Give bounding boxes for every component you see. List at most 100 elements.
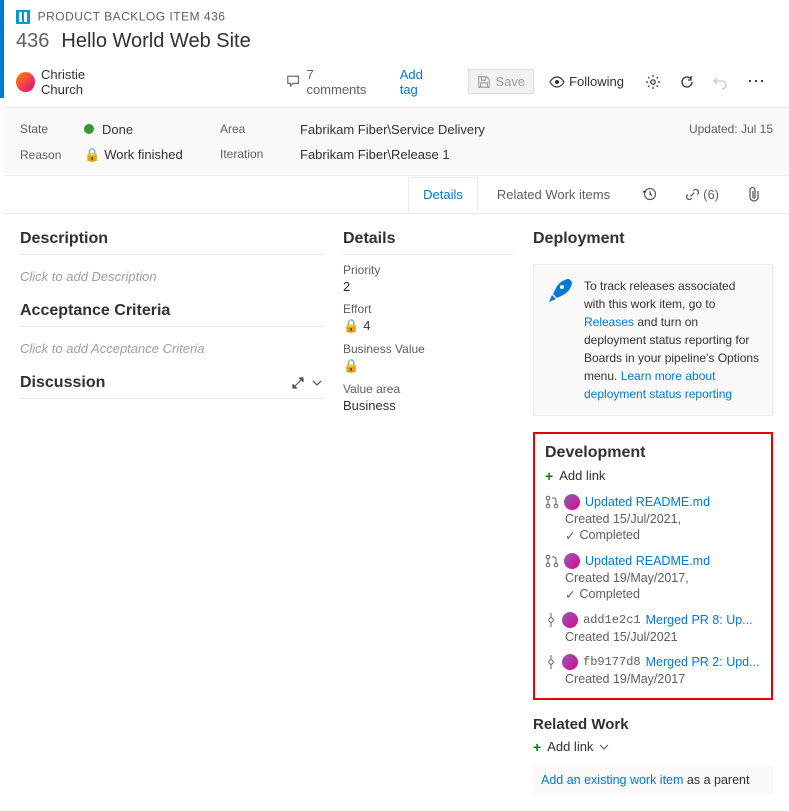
- commit-hash: fb9177d8: [583, 655, 641, 669]
- value-area-label: Value area: [343, 382, 513, 396]
- state-label: State: [20, 122, 84, 136]
- dev-link[interactable]: Merged PR 8: Up...: [646, 613, 753, 627]
- check-icon: ✓: [565, 528, 575, 543]
- area-value[interactable]: Fabrikam Fiber\Service Delivery: [300, 122, 485, 137]
- add-existing-parent[interactable]: Add an existing work item as a parent: [533, 765, 773, 795]
- assignee-name: Christie Church: [41, 67, 126, 97]
- chevron-down-icon: [599, 742, 609, 752]
- tab-links[interactable]: (6): [673, 179, 731, 210]
- business-value-value[interactable]: 🔒: [343, 358, 513, 374]
- user-avatar-icon: [562, 654, 578, 670]
- dev-link[interactable]: Updated README.md: [585, 495, 710, 509]
- header: PRODUCT BACKLOG ITEM 436 436 Hello World…: [4, 0, 789, 107]
- gear-icon: [645, 74, 661, 90]
- link-icon: [685, 187, 700, 202]
- plus-icon: +: [545, 468, 553, 484]
- deployment-heading: Deployment: [533, 230, 773, 254]
- releases-link[interactable]: Releases: [584, 315, 634, 329]
- eye-icon: [549, 75, 565, 89]
- add-link-label: Add link: [559, 468, 605, 483]
- settings-button[interactable]: [639, 70, 667, 94]
- add-existing-link[interactable]: Add an existing work item: [541, 773, 683, 787]
- tab-history[interactable]: [629, 178, 669, 210]
- dev-item: Updated README.md Created 15/Jul/2021, ✓…: [545, 494, 761, 543]
- details-heading: Details: [343, 230, 513, 255]
- iteration-label: Iteration: [220, 147, 300, 161]
- acceptance-heading: Acceptance Criteria: [20, 302, 323, 327]
- value-area-value[interactable]: Business: [343, 398, 513, 413]
- dev-link[interactable]: Merged PR 2: Upd...: [646, 655, 760, 669]
- effort-value[interactable]: 🔒4: [343, 318, 513, 334]
- discussion-heading: Discussion: [20, 374, 105, 392]
- check-icon: ✓: [565, 587, 575, 602]
- deployment-info-box: To track releases associated with this w…: [533, 264, 773, 416]
- comments-button[interactable]: 7 comments: [286, 67, 374, 97]
- user-avatar-icon: [564, 494, 580, 510]
- attachment-icon: [747, 186, 761, 202]
- save-button[interactable]: Save: [468, 69, 534, 94]
- priority-value[interactable]: 2: [343, 279, 513, 294]
- state-dot-icon: [84, 124, 94, 134]
- work-item-title[interactable]: Hello World Web Site: [61, 30, 250, 53]
- expand-icon[interactable]: [291, 376, 305, 390]
- iteration-value[interactable]: Fabrikam Fiber\Release 1: [300, 147, 450, 162]
- development-section: Development + Add link Updated README.md…: [533, 432, 773, 700]
- save-label: Save: [495, 74, 525, 89]
- updated-label: Updated: Jul 15: [689, 122, 773, 163]
- commit-icon: [545, 613, 557, 627]
- chevron-down-icon[interactable]: [311, 377, 323, 389]
- dev-item: fb9177d8 Merged PR 2: Upd... Created 19/…: [545, 654, 761, 686]
- undo-button[interactable]: [707, 70, 735, 94]
- description-input[interactable]: Click to add Description: [20, 263, 323, 302]
- user-avatar-icon: [562, 612, 578, 628]
- work-item-id: 436: [16, 30, 49, 53]
- dev-item: add1e2c1 Merged PR 8: Up... Created 15/J…: [545, 612, 761, 644]
- add-tag-button[interactable]: Add tag: [394, 65, 449, 99]
- dev-created: Created 19/May/2017,: [565, 571, 761, 585]
- lock-icon: 🔒: [343, 318, 359, 333]
- add-existing-text: as a parent: [683, 773, 749, 787]
- dev-created: Created 19/May/2017: [565, 672, 761, 686]
- links-count: (6): [703, 187, 719, 202]
- add-link-label: Add link: [547, 739, 593, 754]
- more-button[interactable]: ⋯: [741, 67, 773, 96]
- dev-link[interactable]: Updated README.md: [585, 554, 710, 568]
- add-dev-link-button[interactable]: + Add link: [545, 468, 761, 484]
- dev-created: Created 15/Jul/2021,: [565, 512, 761, 526]
- area-label: Area: [220, 122, 300, 136]
- tab-attachments[interactable]: [735, 178, 773, 210]
- avatar-icon: [16, 72, 35, 92]
- priority-label: Priority: [343, 263, 513, 277]
- refresh-button[interactable]: [673, 70, 701, 94]
- fields-section: State Done Reason 🔒 Work finished Area F…: [4, 107, 789, 176]
- lock-icon: 🔒: [84, 147, 100, 163]
- follow-button[interactable]: Following: [540, 69, 633, 94]
- tab-details[interactable]: Details: [408, 177, 478, 212]
- reason-value[interactable]: Work finished: [104, 147, 183, 162]
- rocket-icon: [546, 277, 574, 305]
- related-work-heading: Related Work: [533, 716, 773, 733]
- state-value[interactable]: Done: [102, 122, 133, 137]
- history-icon: [641, 186, 657, 202]
- business-value-label: Business Value: [343, 342, 513, 356]
- user-avatar-icon: [564, 553, 580, 569]
- save-icon: [477, 75, 491, 89]
- lock-icon: 🔒: [343, 358, 359, 373]
- acceptance-input[interactable]: Click to add Acceptance Criteria: [20, 335, 323, 374]
- tab-related[interactable]: Related Work items: [482, 177, 625, 212]
- follow-label: Following: [569, 74, 624, 89]
- reason-label: Reason: [20, 148, 84, 162]
- dev-status: Completed: [579, 587, 639, 601]
- refresh-icon: [679, 74, 695, 90]
- pull-request-icon: [545, 495, 559, 509]
- add-related-link-button[interactable]: + Add link: [533, 739, 773, 755]
- deploy-text: To track releases associated with this w…: [584, 279, 735, 311]
- effort-label: Effort: [343, 302, 513, 316]
- ellipsis-icon: ⋯: [747, 71, 767, 91]
- assignee-picker[interactable]: Christie Church: [16, 67, 126, 97]
- commit-hash: add1e2c1: [583, 613, 641, 627]
- dev-created: Created 15/Jul/2021: [565, 630, 761, 644]
- pbi-type-icon: [16, 10, 30, 24]
- undo-icon: [713, 74, 729, 90]
- comments-count: 7 comments: [306, 67, 373, 97]
